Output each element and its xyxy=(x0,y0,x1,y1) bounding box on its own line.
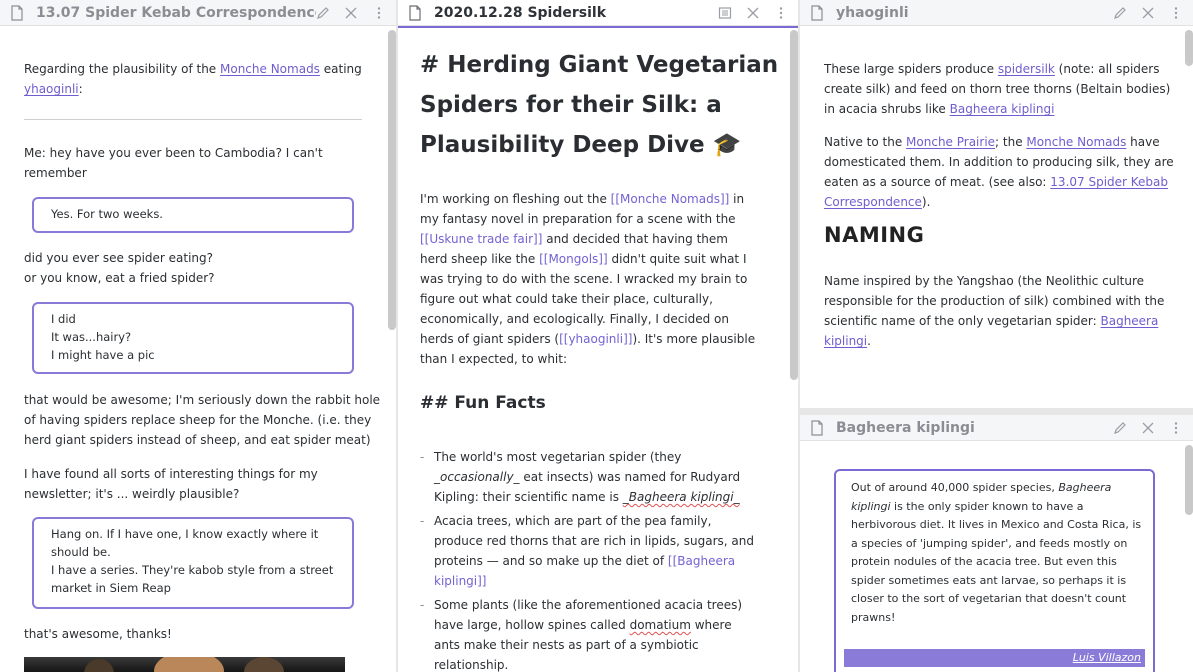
link-monche-prairie[interactable]: Monche Prairie xyxy=(906,135,995,149)
close-icon[interactable] xyxy=(1141,421,1155,435)
pane-title: 13.07 Spider Kebab Correspondence xyxy=(36,4,316,21)
more-vertical-icon[interactable] xyxy=(1169,421,1183,435)
left-pane: 13.07 Spider Kebab Correspondence Regard… xyxy=(0,0,396,672)
right-top-pane: yhaoginli These large spiders produce sp… xyxy=(800,0,1193,408)
middle-pane-header[interactable]: 2020.12.28 Spidersilk xyxy=(398,0,798,26)
more-vertical-icon[interactable] xyxy=(1169,6,1183,20)
right-bottom-pane-header[interactable]: Bagheera kiplingi xyxy=(800,415,1193,441)
right-top-content: These large spiders produce spidersilk (… xyxy=(800,27,1193,408)
pencil-icon[interactable] xyxy=(316,6,330,20)
right-top-pane-header[interactable]: yhaoginli xyxy=(800,0,1193,26)
link-yhaoginli[interactable]: yhaoginli xyxy=(24,82,79,96)
paragraph: These large spiders produce spidersilk (… xyxy=(824,62,1171,116)
close-icon[interactable] xyxy=(1141,6,1155,20)
intro-paragraph: I'm working on fleshing out the [[Monche… xyxy=(420,192,756,366)
chat-line: that would be awesome; I'm seriously dow… xyxy=(24,393,381,447)
list-item: - Acacia trees, which are part of the pe… xyxy=(420,514,754,588)
file-icon xyxy=(811,419,823,436)
wikilink[interactable]: kiplingi]] xyxy=(434,574,487,588)
link-monche-nomads[interactable]: Monche Nomads xyxy=(220,62,320,76)
scrollbar[interactable] xyxy=(790,30,798,380)
reply-box: I did It was...hairy? I might have a pic xyxy=(32,302,354,374)
quote-credit[interactable]: Luis Villazon xyxy=(844,649,1145,667)
chat-line: Me: hey have you ever been to Cambodia? … xyxy=(24,146,323,180)
section-heading: NAMING xyxy=(824,223,925,247)
chat-line: I have found all sorts of interesting th… xyxy=(24,467,318,501)
more-vertical-icon[interactable] xyxy=(372,6,386,20)
close-icon[interactable] xyxy=(344,6,358,20)
reply-box: Hang on. If I have one, I know exactly w… xyxy=(32,517,354,609)
wikilink[interactable]: [[Monche Nomads]] xyxy=(611,192,730,206)
pencil-icon[interactable] xyxy=(1113,421,1127,435)
link-monche-nomads[interactable]: Monche Nomads xyxy=(1026,135,1126,149)
pencil-icon[interactable] xyxy=(1113,6,1127,20)
scrollbar[interactable] xyxy=(1185,445,1193,515)
link-bagheera-kiplingi[interactable]: Bagheera kiplingi xyxy=(950,102,1055,116)
pane-title: yhaoginli xyxy=(836,4,909,21)
pane-title: 2020.12.28 Spidersilk xyxy=(434,4,607,21)
reading-view-icon[interactable] xyxy=(718,6,732,20)
link-spider-kebab[interactable]: 13.07 Spider Kebab xyxy=(1050,175,1168,189)
link-spider-kebab[interactable]: Correspondence xyxy=(824,195,922,209)
left-pane-content: Regarding the plausibility of the Monche… xyxy=(0,27,396,672)
middle-pane: 2020.12.28 Spidersilk # Herding Giant Ve… xyxy=(398,0,798,672)
reply-box: Yes. For two weeks. xyxy=(32,197,354,233)
intro-text: Regarding the plausibility of the Monche… xyxy=(24,62,362,96)
link-kiplingi[interactable]: kiplingi xyxy=(824,334,867,348)
spider-kebab-photo xyxy=(24,657,345,672)
link-bagheera[interactable]: Bagheera xyxy=(1100,314,1158,328)
wikilink[interactable]: [[Mongols]] xyxy=(539,252,608,266)
left-pane-header[interactable]: 13.07 Spider Kebab Correspondence xyxy=(0,0,396,26)
close-icon[interactable] xyxy=(746,6,760,20)
scrollbar[interactable] xyxy=(1185,30,1193,66)
section-heading: ## Fun Facts xyxy=(420,393,546,413)
wikilink[interactable]: [[yhaoginli]] xyxy=(559,332,632,346)
file-icon xyxy=(11,4,23,21)
more-vertical-icon[interactable] xyxy=(774,6,788,20)
right-bottom-pane: Bagheera kiplingi Out of around 40,000 s… xyxy=(800,415,1193,672)
paragraph: Name inspired by the Yangshao (the Neoli… xyxy=(824,274,1165,348)
paragraph: Native to the Monche Prairie; the Monche… xyxy=(824,135,1174,209)
quote-text: Out of around 40,000 spider species, Bag… xyxy=(851,481,1142,624)
scrollbar[interactable] xyxy=(388,30,396,330)
horizontal-rule xyxy=(24,119,362,120)
editor-content[interactable]: # Herding Giant Vegetarian Spiders for th… xyxy=(398,27,798,672)
chat-line: did you ever see spider eating? or you kn… xyxy=(24,251,215,285)
wikilink[interactable]: [[Uskune trade fair]] xyxy=(420,232,542,246)
file-icon xyxy=(811,4,823,21)
quote-card: Out of around 40,000 spider species, Bag… xyxy=(834,469,1155,672)
wikilink[interactable]: [[Bagheera xyxy=(668,554,735,568)
list-item: - The world's most vegetarian spider (th… xyxy=(420,450,741,504)
link-spidersilk[interactable]: spidersilk xyxy=(998,62,1055,76)
chat-line: that's awesome, thanks! xyxy=(24,627,172,641)
list-item: - Some plants (like the aforementioned a… xyxy=(420,598,743,672)
document-heading: # Herding Giant Vegetarian Spiders for th… xyxy=(420,52,779,158)
file-icon xyxy=(409,4,421,21)
right-bottom-content: Out of around 40,000 spider species, Bag… xyxy=(800,442,1193,672)
pane-title: Bagheera kiplingi xyxy=(836,419,975,436)
